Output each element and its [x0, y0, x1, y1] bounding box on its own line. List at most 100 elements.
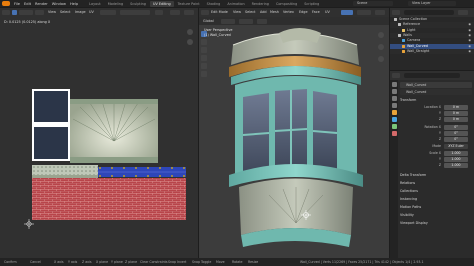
menu-edit[interactable]: Edit [24, 2, 31, 6]
rotation-mode-label: Mode [432, 144, 441, 148]
scene-tab-icon[interactable] [391, 103, 397, 108]
collection-icon [398, 34, 401, 38]
vertex-select-button[interactable] [341, 9, 353, 15]
uv-select-mode[interactable] [19, 9, 33, 15]
uv-sticky-select[interactable] [35, 9, 44, 15]
uv-new-image-button[interactable] [155, 9, 163, 15]
render-tab-icon[interactable] [391, 89, 397, 94]
viewport-shading-buttons[interactable] [357, 9, 371, 15]
outliner-tree: Scene Collection Reference ◉ Light ◉ Wal… [390, 17, 474, 70]
outliner-editor-type[interactable] [392, 9, 400, 15]
properties-header [390, 71, 474, 80]
uv-select-menu[interactable]: Select [60, 10, 70, 14]
editor-type-button[interactable] [2, 9, 10, 15]
tab-animation[interactable]: Animation [224, 1, 247, 7]
viewport-face-menu[interactable]: Face [312, 10, 320, 14]
outliner-search-input[interactable] [404, 9, 454, 15]
menu-window[interactable]: Window [52, 2, 66, 6]
uv-editor-canvas[interactable] [0, 17, 198, 258]
uv-image-menu[interactable]: Image [75, 10, 86, 14]
rotation-x-field[interactable]: 0° [444, 124, 468, 130]
outliner-row-wall-straight[interactable]: Wall_Straight ◉ [390, 48, 474, 55]
tab-scripting[interactable]: Scripting [301, 1, 322, 7]
pivot-dropdown[interactable] [221, 18, 235, 24]
blender-logo-icon[interactable] [2, 1, 10, 6]
tab-uv-editing[interactable]: UV Editing [149, 0, 174, 7]
status-clear-constraints: Clear Constraints [140, 260, 168, 264]
menu-file[interactable]: File [14, 2, 20, 6]
relations-section[interactable]: Relations [400, 180, 472, 186]
uv-display-button[interactable] [184, 9, 194, 15]
viewport-uv-menu[interactable]: UV [325, 10, 330, 14]
tool-tab-icon[interactable] [391, 82, 397, 87]
viewport-select-menu[interactable]: Select [245, 10, 255, 14]
scale-z-field[interactable]: 1.000 [444, 162, 468, 168]
status-move: Move [216, 260, 225, 264]
scene-statistics: Wall_Curved | Verts 11/2269 | Faces 25/2… [300, 260, 424, 264]
view-layer-selector[interactable]: View Layer [408, 1, 456, 6]
viewport-edge-menu[interactable]: Edge [299, 10, 308, 14]
location-x-field[interactable]: 0 m [444, 104, 468, 110]
outliner-row-label: Wall_Straight [407, 48, 430, 53]
viewport-editor-type[interactable] [201, 9, 209, 15]
viewport-overlay-button[interactable] [375, 9, 385, 15]
rotation-mode-dropdown[interactable]: XYZ Euler [444, 143, 468, 149]
workspace-tabs: Layout Modeling Sculpting UV Editing Tex… [86, 0, 322, 7]
tab-sculpting[interactable]: Sculpting [127, 1, 149, 7]
uv-sync-toggle[interactable] [12, 9, 17, 15]
rotation-z-label: Z [438, 137, 441, 141]
object-tab-icon[interactable] [391, 110, 397, 115]
location-z-field[interactable]: 0 m [444, 116, 468, 122]
viewport-add-menu[interactable]: Add [260, 10, 267, 14]
modifier-tab-icon[interactable] [391, 117, 397, 122]
data-tab-icon[interactable] [391, 124, 397, 129]
uv-pivot-dropdown[interactable] [100, 9, 116, 15]
properties-search-input[interactable] [404, 72, 460, 78]
uv-uv-menu[interactable]: UV [89, 10, 94, 14]
orientation-dropdown[interactable]: Global [203, 19, 214, 23]
3d-viewport[interactable] [199, 25, 389, 258]
tab-compositing[interactable]: Compositing [273, 1, 300, 7]
viewport-vertex-menu[interactable]: Vertex [283, 10, 294, 14]
status-resize: Resize [248, 260, 259, 264]
status-z-axis: Z axis [82, 260, 92, 264]
visibility-section[interactable]: Visibility [400, 212, 472, 218]
viewport-display-section[interactable]: Viewport Display [400, 220, 472, 226]
menu-render[interactable]: Render [35, 2, 48, 6]
uv-overlay-button[interactable] [170, 9, 180, 15]
collection-icon [394, 18, 397, 22]
collections-section[interactable]: Collections [400, 188, 472, 194]
proportional-edit-button[interactable] [257, 18, 267, 24]
location-y-field[interactable]: 0 m [444, 110, 468, 116]
delta-transform-section[interactable]: Delta Transform [400, 172, 472, 178]
tab-layout[interactable]: Layout [86, 1, 104, 7]
scene-selector[interactable]: Scene [353, 1, 393, 6]
menu-help[interactable]: Help [70, 2, 78, 6]
tab-shading[interactable]: Shading [204, 1, 224, 7]
uv-image-selector[interactable] [120, 9, 150, 15]
properties-editor-type[interactable] [392, 72, 400, 78]
tab-rendering[interactable]: Rendering [249, 1, 272, 7]
tab-texture-paint[interactable]: Texture Paint [175, 1, 203, 7]
material-tab-icon[interactable] [391, 131, 397, 136]
eye-icon[interactable]: ◉ [468, 49, 471, 54]
snap-dropdown[interactable] [239, 18, 253, 24]
rotation-z-field[interactable]: 0° [444, 136, 468, 142]
transform-section-header[interactable]: Transform [400, 97, 472, 103]
uv-view-menu[interactable]: View [48, 10, 56, 14]
viewport-view-menu[interactable]: View [233, 10, 241, 14]
motion-paths-section[interactable]: Motion Paths [400, 204, 472, 210]
outliner-filter-button[interactable] [458, 9, 468, 15]
object-data-field[interactable]: Wall_Curved [400, 89, 472, 95]
viewport-mesh-menu[interactable]: Mesh [270, 10, 279, 14]
object-name-field[interactable]: Wall_Curved [400, 82, 472, 88]
scale-y-field[interactable]: 1.000 [444, 156, 468, 162]
viewport-mode-dropdown[interactable]: Edit Mode [211, 10, 228, 14]
rotation-y-field[interactable]: 0° [444, 130, 468, 136]
output-tab-icon[interactable] [391, 96, 397, 101]
instancing-section[interactable]: Instancing [400, 196, 472, 202]
status-cancel: Cancel [30, 260, 41, 264]
tab-modeling[interactable]: Modeling [105, 1, 126, 7]
scale-x-field[interactable]: 1.000 [444, 150, 468, 156]
viewport-object-label: (1) Wall_Curved [204, 33, 231, 37]
